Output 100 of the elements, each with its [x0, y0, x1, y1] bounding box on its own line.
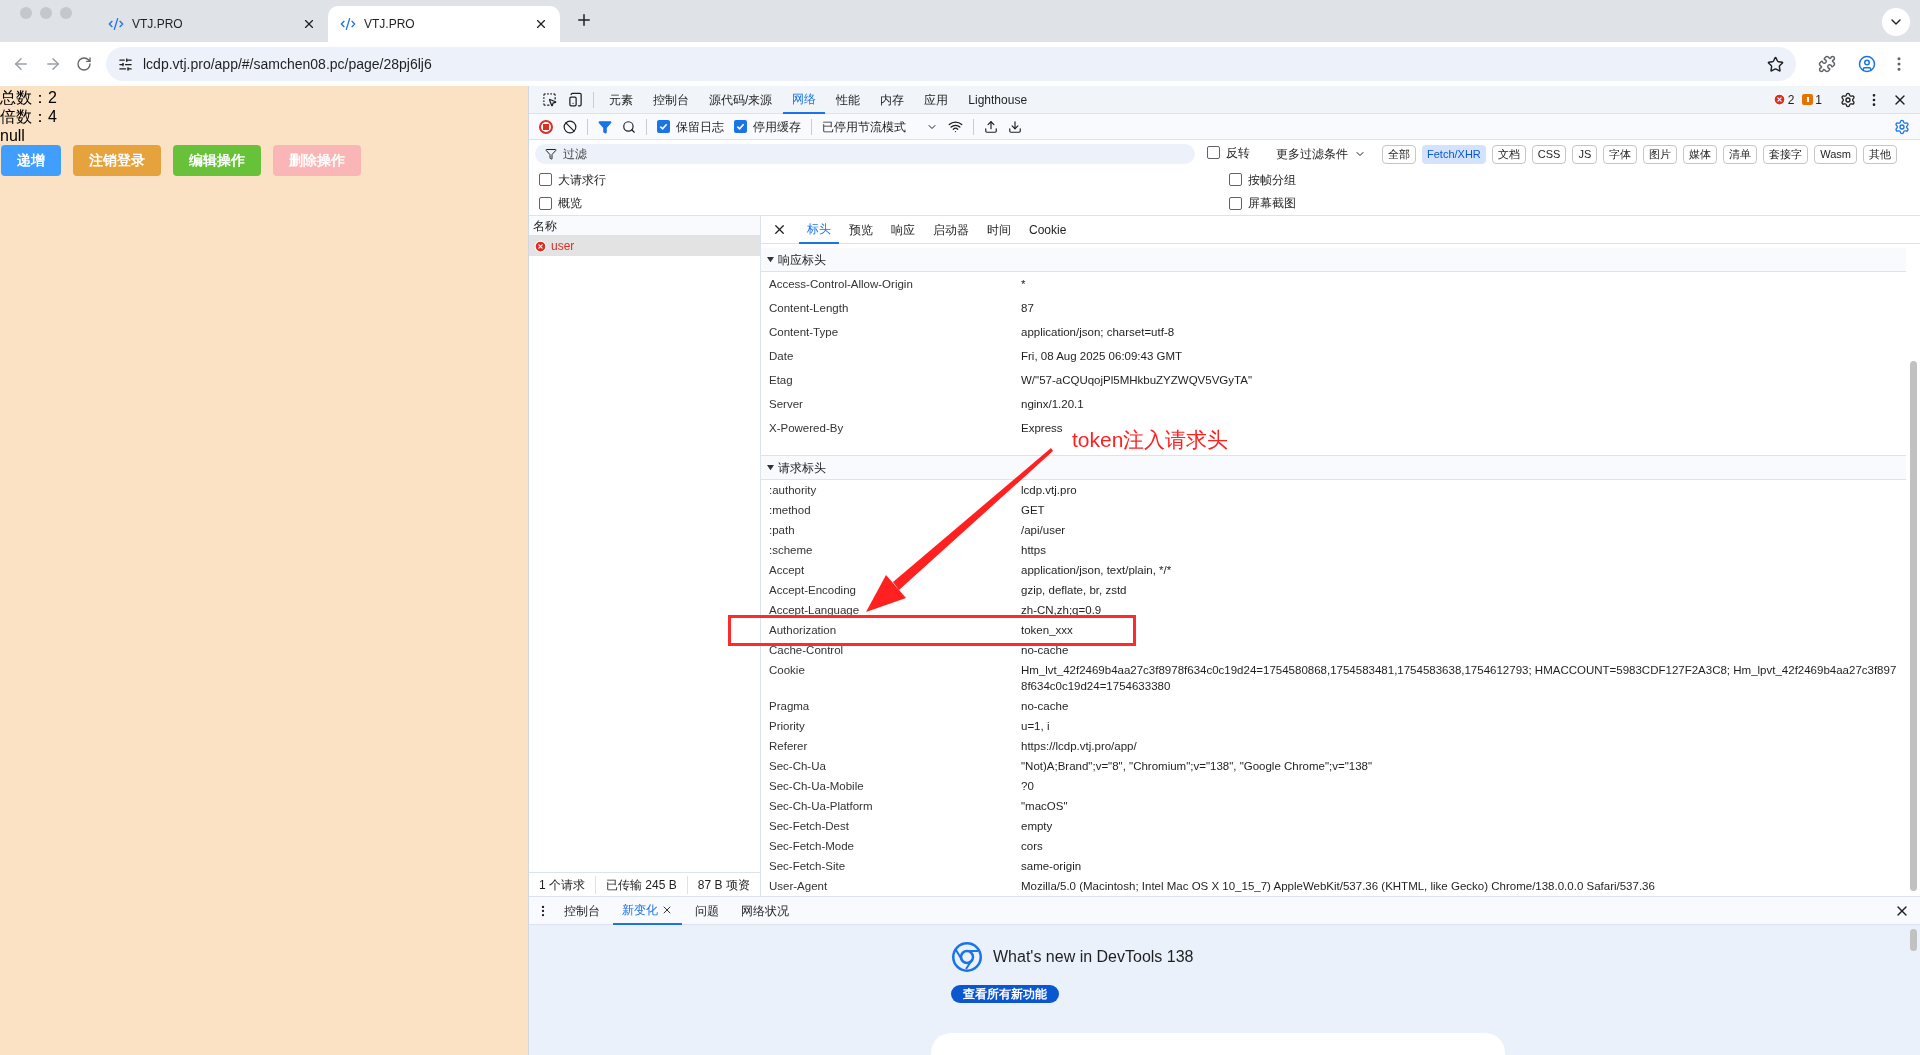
panel-tab[interactable]: 应用	[915, 85, 958, 114]
page-text: 倍数：4	[0, 107, 57, 126]
close-icon[interactable]	[534, 17, 548, 31]
filter-chip[interactable]: JS	[1572, 144, 1598, 164]
filter-chip[interactable]: 字体	[1603, 144, 1638, 164]
header-value: empty	[1021, 819, 1054, 834]
checkbox[interactable]	[539, 196, 552, 210]
checkbox[interactable]	[657, 120, 670, 133]
code-icon	[108, 16, 124, 32]
checkbox[interactable]	[539, 173, 552, 187]
header-value: Express	[1021, 421, 1064, 436]
search-icon[interactable]	[622, 119, 636, 134]
section-header[interactable]: 响应标头	[761, 248, 1906, 272]
header-value: lcdp.vtj.pro	[1021, 483, 1078, 498]
panel-tab[interactable]: 源代码/来源	[700, 85, 782, 114]
throttling-select[interactable]: 已停用节流模式	[822, 117, 938, 136]
panel-tab[interactable]: 控制台	[644, 85, 698, 114]
filter-chip[interactable]: 全部	[1382, 144, 1416, 164]
reload-icon[interactable]	[76, 56, 92, 72]
page-text: 总数：2	[0, 88, 57, 107]
checkbox[interactable]	[1229, 173, 1242, 187]
header-name: :method	[769, 503, 812, 518]
profile-icon[interactable]	[1858, 55, 1876, 73]
scrollbar[interactable]	[1910, 929, 1917, 951]
back-icon[interactable]	[12, 55, 30, 73]
filter-chip[interactable]: CSS	[1531, 144, 1567, 164]
browser-tab[interactable]: VTJ.PRO	[328, 6, 560, 42]
expand-triangle-icon	[767, 464, 774, 471]
extensions-icon[interactable]	[1818, 55, 1836, 73]
header-name: Sec-Ch-Ua-Platform	[769, 799, 874, 814]
close-icon[interactable]	[302, 17, 316, 31]
header-name: Referer	[769, 739, 809, 754]
detail-tab[interactable]: 标头	[799, 215, 839, 244]
upload-icon[interactable]	[984, 119, 998, 134]
header-value: no-cache	[1021, 699, 1070, 714]
detail-tab[interactable]: 启动器	[925, 215, 977, 244]
drawer-tab[interactable]: 控制台	[555, 896, 609, 925]
column-header: 名称	[529, 216, 760, 236]
record-icon[interactable]	[539, 119, 553, 134]
detail-tab[interactable]: 预览	[841, 215, 881, 244]
header-name: :scheme	[769, 543, 814, 558]
header-value: "macOS"	[1021, 799, 1069, 814]
header-name: Accept-Language	[769, 603, 861, 618]
header-value: gzip, deflate, br, zstd	[1021, 583, 1128, 598]
checkbox-label: 停用缓存	[753, 118, 801, 136]
panel-tab[interactable]: 性能	[827, 85, 870, 114]
filter-input[interactable]: 过滤	[563, 145, 1185, 163]
address-bar[interactable]: lcdp.vtj.pro/app/#/samchen08.pc/page/28pj6lj6	[106, 47, 1796, 81]
status-text: 1 个请求	[529, 875, 596, 894]
header-value: application/json; charset=utf-8	[1021, 325, 1176, 340]
drawer-tab[interactable]: 问题	[686, 896, 728, 925]
wifi-settings-icon[interactable]	[948, 119, 963, 134]
filter-chip[interactable]: 其他	[1863, 144, 1898, 164]
request-row[interactable]: user	[529, 236, 760, 256]
download-icon[interactable]	[1008, 119, 1022, 134]
forward-icon[interactable]	[44, 55, 62, 73]
drawer-tab[interactable]: 网络状况	[732, 896, 798, 925]
clear-icon[interactable]	[563, 119, 577, 134]
header-name: Sec-Ch-Ua-Mobile	[769, 779, 865, 794]
filter-chip[interactable]: 清单	[1723, 144, 1758, 164]
panel-tab[interactable]: 内存	[871, 85, 914, 114]
detail-tab[interactable]: 时间	[979, 215, 1019, 244]
filter-icon[interactable]	[598, 119, 612, 134]
filter-chip[interactable]: 套接字	[1763, 144, 1809, 164]
filter-chip[interactable]: 图片	[1643, 144, 1678, 164]
header-name: Cache-Control	[769, 643, 845, 658]
filter-chip[interactable]: Fetch/XHR	[1422, 144, 1486, 164]
filter-chip[interactable]: 媒体	[1683, 144, 1718, 164]
header-name: Sec-Fetch-Dest	[769, 819, 850, 834]
scrollbar[interactable]	[1910, 361, 1917, 891]
warning-icon	[1802, 94, 1814, 105]
detail-tab[interactable]: 响应	[883, 215, 923, 244]
filter-chip[interactable]: 文档	[1491, 144, 1526, 164]
checkbox[interactable]	[734, 120, 747, 133]
browser-tab[interactable]: VTJ.PRO	[96, 6, 328, 42]
checkbox-label: 按帧分组	[1248, 171, 1296, 189]
section-header[interactable]: 请求标头	[761, 456, 1906, 480]
panel-tab[interactable]: Lighthouse	[959, 85, 1037, 114]
checkbox-label: 反转	[1226, 144, 1250, 162]
header-value: W/"57-aCQUqojPl5MHkbuZYZWQV5VGyTA"	[1021, 373, 1253, 388]
checkbox[interactable]	[1207, 146, 1220, 160]
header-name: User-Agent	[769, 879, 829, 894]
tab-search-icon[interactable]	[1882, 8, 1910, 36]
header-name: Server	[769, 397, 804, 412]
filter-chip[interactable]: Wasm	[1814, 144, 1858, 164]
annotation-label: token注入请求头	[1072, 428, 1229, 452]
status-text: 已传输 245 B	[596, 875, 688, 894]
header-name: Priority	[769, 719, 806, 734]
checkbox[interactable]	[1229, 196, 1242, 210]
filter-icon	[545, 148, 557, 160]
detail-tab[interactable]: Cookie	[1021, 215, 1075, 244]
filter-field[interactable]: 过滤	[535, 144, 1195, 164]
more-filters-dropdown[interactable]: 更多过滤条件	[1276, 145, 1366, 163]
expand-triangle-icon	[767, 256, 774, 263]
header-name: Authorization	[769, 623, 838, 638]
panel-tab[interactable]: 元素	[600, 85, 642, 114]
see-all-button[interactable]: 查看所有新功能	[951, 985, 1059, 1003]
header-value: cors	[1021, 839, 1044, 854]
bookmark-star-icon[interactable]	[1767, 55, 1784, 73]
header-value: token_xxx	[1021, 623, 1074, 638]
